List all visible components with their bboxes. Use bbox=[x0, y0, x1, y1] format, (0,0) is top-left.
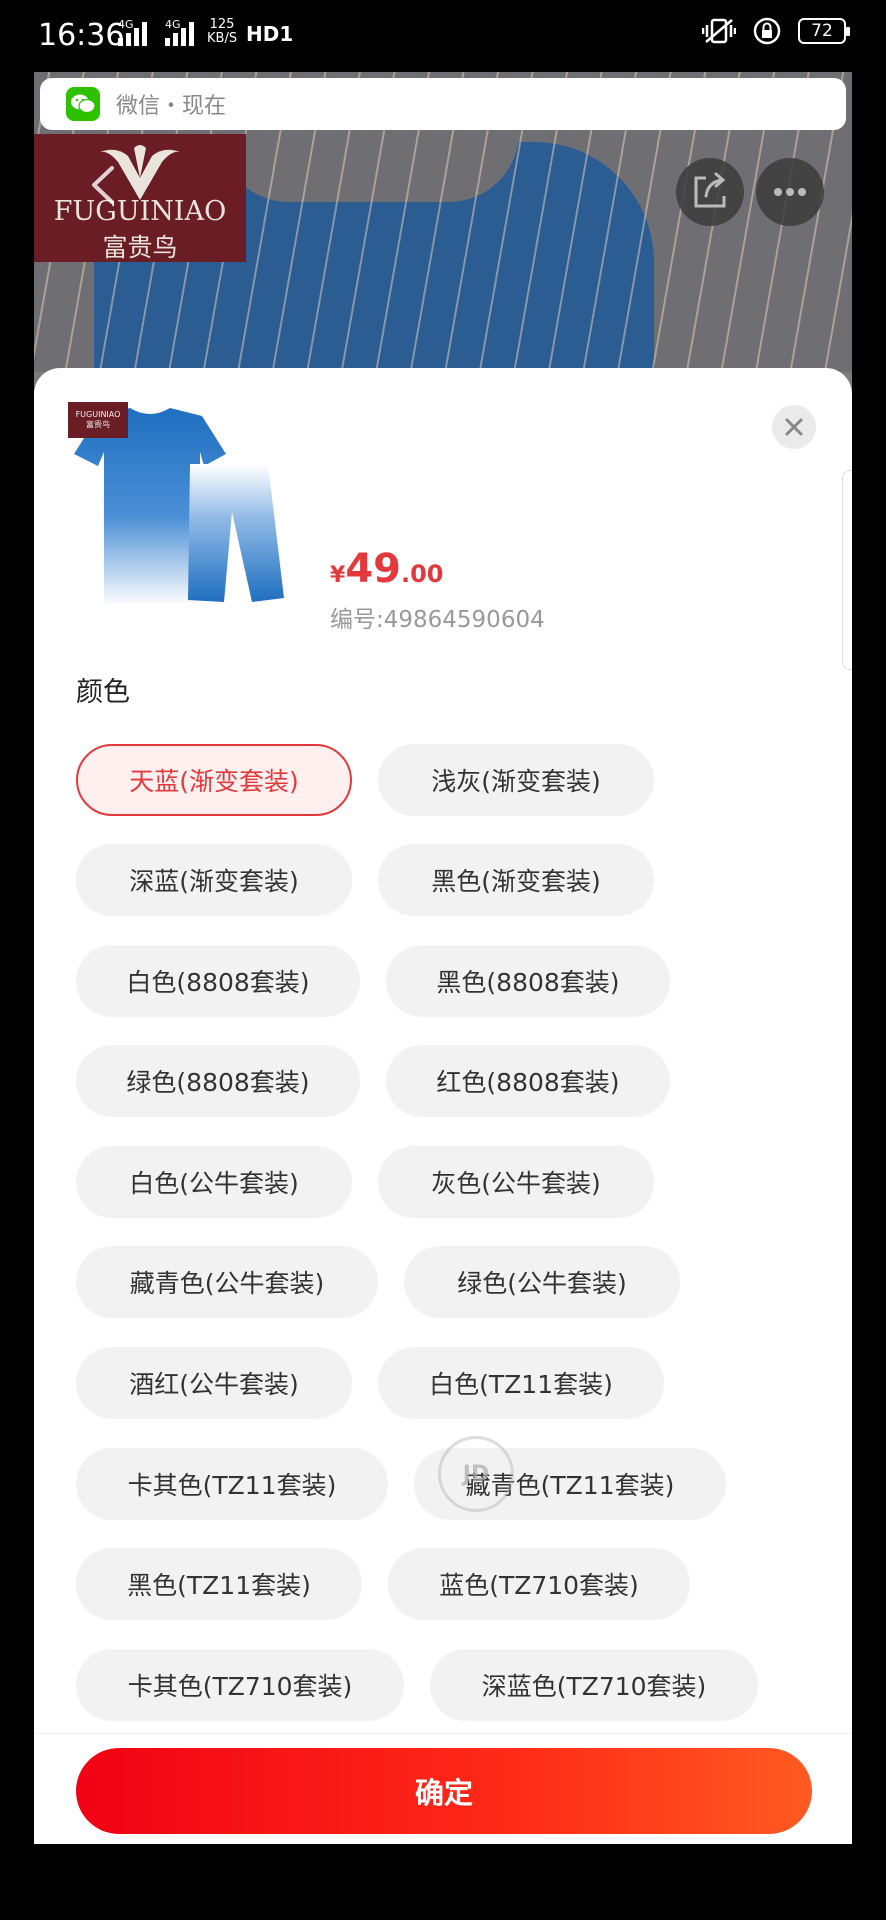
hd-voice-icon: HD1 bbox=[246, 22, 294, 46]
status-right: 72 bbox=[702, 16, 850, 46]
color-option[interactable]: 蓝色(TZ710套装) bbox=[388, 1548, 690, 1620]
signal-icon: 4G bbox=[118, 18, 147, 46]
status-bar: 16:36 4G 4G 125 KB/S HD1 72 bbox=[0, 0, 886, 72]
color-option[interactable]: 浅灰(渐变套装) bbox=[378, 744, 654, 816]
color-option[interactable]: 黑色(8808套装) bbox=[386, 945, 670, 1017]
brand-name-en: FUGUINIAO bbox=[53, 196, 227, 227]
battery-icon: 72 bbox=[798, 18, 850, 44]
product-sku: 编号:49864590604 bbox=[330, 607, 545, 633]
color-option[interactable]: 深蓝色(TZ710套装) bbox=[430, 1649, 758, 1721]
vibrate-icon bbox=[702, 18, 736, 44]
share-icon bbox=[694, 172, 726, 208]
close-button[interactable] bbox=[772, 405, 816, 449]
product-thumbnail: FUGUINIAO 富贵鸟 bbox=[68, 402, 288, 612]
more-button[interactable] bbox=[756, 158, 824, 226]
brand-name-cn: 富贵鸟 bbox=[102, 233, 178, 262]
color-option[interactable]: 绿色(8808套装) bbox=[76, 1045, 360, 1117]
close-icon bbox=[785, 418, 803, 436]
side-scroll-handle[interactable] bbox=[842, 470, 852, 670]
color-option[interactable]: 灰色(公牛套装) bbox=[378, 1146, 654, 1218]
rotation-lock-icon bbox=[753, 17, 781, 45]
wechat-notification[interactable]: 微信・现在 bbox=[40, 78, 846, 130]
share-button[interactable] bbox=[676, 158, 744, 226]
color-option[interactable]: 天蓝(渐变套装) bbox=[76, 744, 352, 816]
color-section-title: 颜色 bbox=[76, 677, 130, 708]
color-option[interactable]: 白色(TZ11套装) bbox=[378, 1347, 664, 1419]
more-icon bbox=[774, 188, 806, 196]
color-option[interactable]: 黑色(TZ11套装) bbox=[76, 1548, 362, 1620]
notification-text: 微信・现在 bbox=[116, 94, 227, 119]
network-speed: 125 KB/S bbox=[207, 17, 238, 46]
color-option[interactable]: 红色(8808套装) bbox=[386, 1045, 670, 1117]
color-option[interactable]: 黑色(渐变套装) bbox=[378, 844, 654, 916]
brand-logo: FUGUINIAO 富贵鸟 bbox=[34, 134, 246, 262]
color-option[interactable]: 酒红(公牛套装) bbox=[76, 1347, 352, 1419]
color-option[interactable]: 卡其色(TZ11套装) bbox=[76, 1448, 388, 1520]
color-option[interactable]: 白色(公牛套装) bbox=[76, 1146, 352, 1218]
color-option[interactable]: 藏青色(公牛套装) bbox=[76, 1246, 378, 1318]
color-option[interactable]: 白色(8808套装) bbox=[76, 945, 360, 1017]
thumbnail-brand-tag: FUGUINIAO 富贵鸟 bbox=[68, 402, 128, 438]
system-navigation-bar bbox=[0, 1844, 886, 1920]
spec-selection-sheet: FUGUINIAO 富贵鸟 ¥49.00 编号:49864590604 颜色 天… bbox=[34, 368, 852, 1844]
signal-indicators: 4G 4G bbox=[118, 18, 194, 46]
wechat-icon bbox=[66, 87, 100, 121]
confirm-button[interactable]: 确定 bbox=[76, 1748, 812, 1834]
price: ¥49.00 bbox=[330, 546, 444, 592]
status-time: 16:36 bbox=[38, 18, 125, 53]
bottom-bar: 确定 bbox=[34, 1733, 852, 1844]
back-icon[interactable] bbox=[82, 162, 128, 208]
loading-spinner: JD bbox=[438, 1436, 514, 1512]
color-option[interactable]: 卡其色(TZ710套装) bbox=[76, 1649, 404, 1721]
color-option[interactable]: 绿色(公牛套装) bbox=[404, 1246, 680, 1318]
color-option[interactable]: 深蓝(渐变套装) bbox=[76, 844, 352, 916]
signal-icon: 4G bbox=[165, 18, 194, 46]
